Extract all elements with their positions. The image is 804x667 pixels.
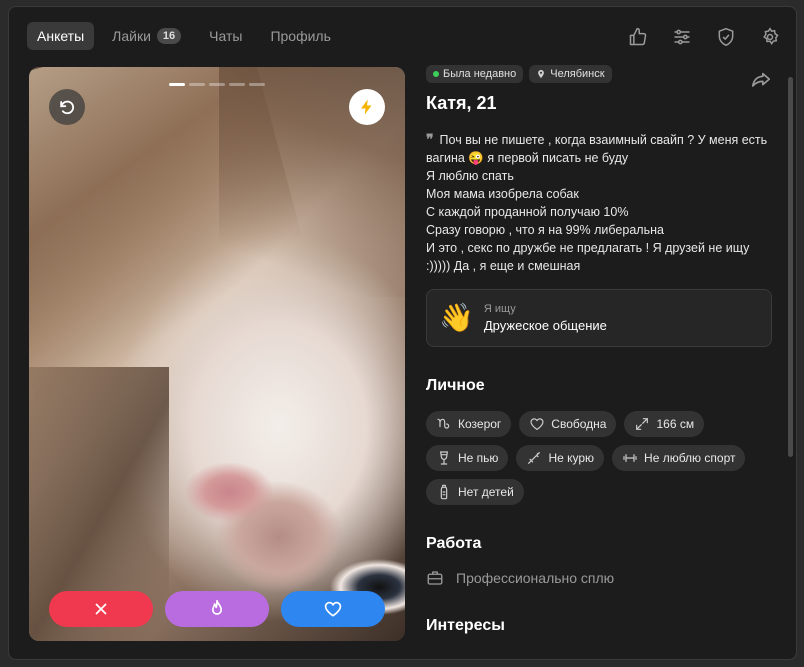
share-icon [751,72,771,87]
close-icon [95,603,107,615]
settings-icon[interactable] [758,25,782,49]
zodiac-tag: Козерог [426,411,512,437]
app-window: Анкеты Лайки 16 Чаты Профиль Была недавн… [8,6,797,660]
photo-indicator-dot[interactable] [189,83,205,86]
profile-bio: ❞ Поч вы не пишете , когда взаимный свайп… [426,131,768,273]
waving-hand-icon: 👋 [439,302,474,333]
wine-glass-icon [439,451,449,465]
photo-indicator [169,83,265,86]
seeking-label: Я ищу [483,303,516,315]
profile-name: Катя, 21 [426,93,497,113]
no-smoking-icon [528,452,541,464]
scrollbar[interactable] [788,77,793,457]
undo-icon [60,100,75,115]
profile-photo[interactable] [29,67,405,641]
personal-section-title: Личное [426,377,485,394]
like-button[interactable] [281,591,385,627]
photo-indicator-dot[interactable] [209,83,225,86]
sport-tag: Не люблю спорт [612,445,746,471]
likes-count-badge: 16 [156,28,182,44]
heart-icon [324,601,342,617]
top-toolbar [626,25,782,49]
swipe-actions [49,591,385,627]
photo-indicator-dot[interactable] [229,83,245,86]
city-chip: Челябинск [529,65,612,83]
share-button[interactable] [750,69,772,96]
smoking-tag: Не курю [516,445,605,471]
kids-tag: Нет детей [426,479,524,505]
lightning-icon [361,99,372,115]
online-status-chip: Была недавно [426,65,524,83]
flame-icon [212,599,222,615]
heart-outline-icon [530,418,544,430]
tab-profiles[interactable]: Анкеты [27,22,95,50]
seeking-card: 👋 Я ищу Дружеское общение [426,289,772,347]
seeking-value: Дружеское общение [483,318,607,333]
personal-tags: Козерог Свободна 166 см Не пью Не курю Н… [426,411,772,505]
tab-profile[interactable]: Профиль [260,22,340,50]
shield-icon[interactable] [714,25,738,49]
profile-info: Была недавно Челябинск Катя, 21 ❞ Поч вы … [426,65,772,635]
thumbs-up-icon[interactable] [626,25,650,49]
main-tabs: Анкеты Лайки 16 Чаты Профиль [27,22,341,50]
superlike-button[interactable] [165,591,269,627]
tab-likes[interactable]: Лайки 16 [102,22,191,50]
baby-bottle-icon [440,484,448,500]
briefcase-icon [427,571,443,585]
dislike-button[interactable] [49,591,153,627]
interests-section-title: Интересы [426,617,505,634]
relationship-tag: Свободна [519,411,617,437]
work-item: Профессионально сплю [426,569,772,587]
status-chips: Была недавно Челябинск [426,65,772,83]
capricorn-icon [437,418,450,429]
boost-button[interactable] [349,89,385,125]
quote-icon: ❞ [426,131,434,147]
online-dot-icon [433,71,439,77]
location-pin-icon [538,69,545,79]
work-section-title: Работа [426,535,482,552]
photo-indicator-dot[interactable] [249,83,265,86]
filters-icon[interactable] [670,25,694,49]
tab-chats[interactable]: Чаты [199,22,252,50]
expand-icon [636,418,649,430]
photo-indicator-dot[interactable] [169,83,185,86]
drinking-tag: Не пью [426,445,509,471]
dumbbell-icon [623,454,637,462]
height-tag: 166 см [624,411,705,437]
undo-button[interactable] [49,89,85,125]
